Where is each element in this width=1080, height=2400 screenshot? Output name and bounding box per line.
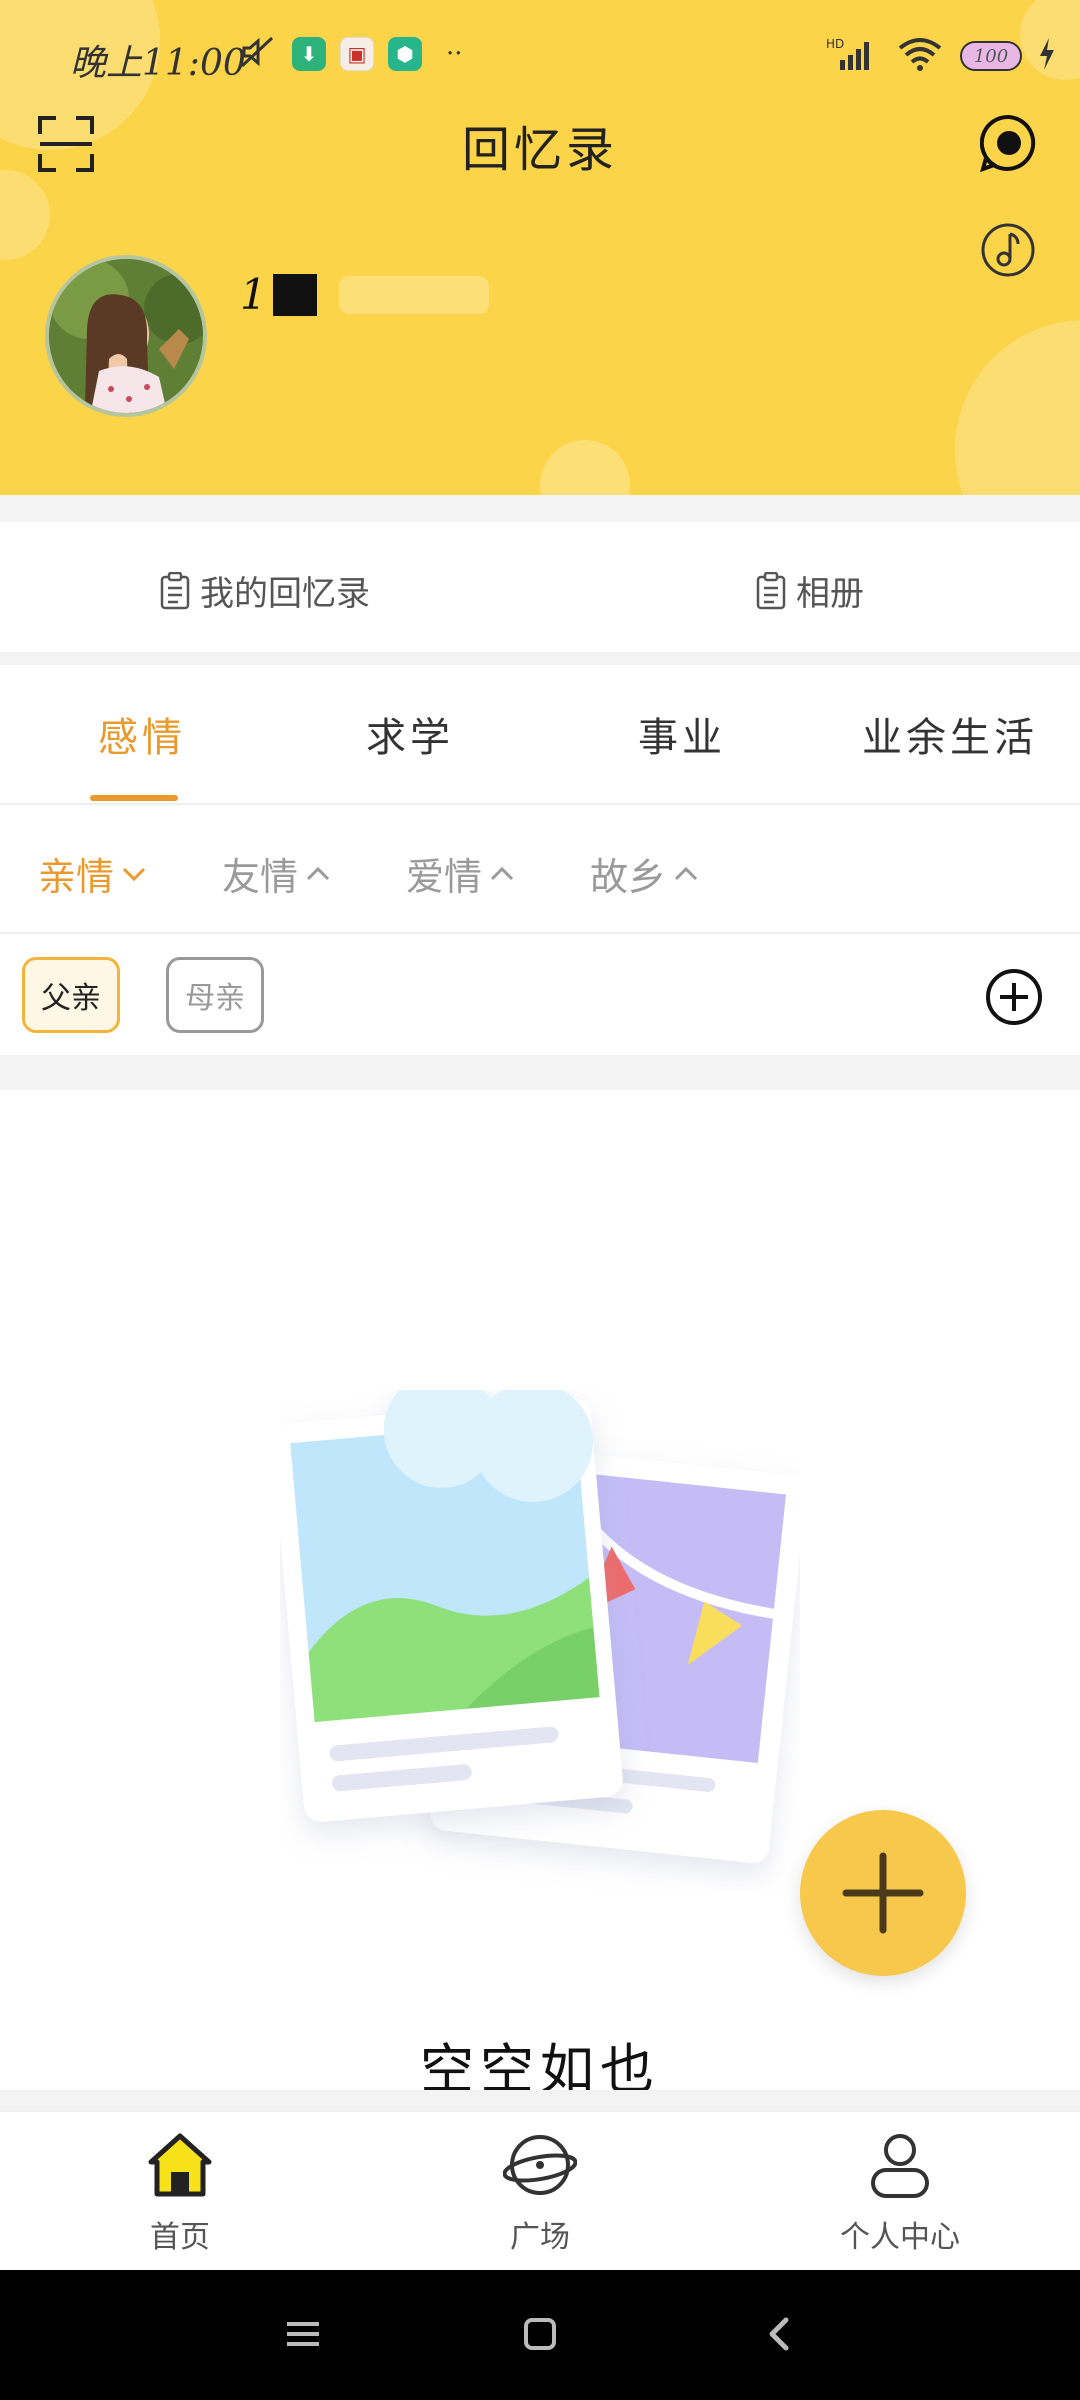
- memoir-links: 我的回忆录 相册: [0, 522, 1080, 652]
- subtab-friendship[interactable]: 友情: [222, 846, 332, 901]
- signal-icon: HD: [826, 36, 880, 76]
- home-square-icon[interactable]: [520, 2314, 560, 2354]
- planet-icon: [503, 2135, 577, 2195]
- nav-profile-label: 个人中心: [840, 2220, 960, 2255]
- chip-mother[interactable]: 母亲: [166, 957, 264, 1033]
- redacted-blur: [338, 275, 489, 314]
- active-tab-indicator: [90, 795, 178, 801]
- person-icon: [871, 2134, 929, 2198]
- add-circle-icon: [986, 969, 1042, 1025]
- music-note-icon[interactable]: [980, 222, 1036, 278]
- empty-photos-illustration: [272, 1371, 807, 1890]
- decor-bubble: [0, 170, 50, 260]
- home-icon: [148, 2133, 212, 2197]
- person-chips: 父亲 母亲: [0, 935, 1080, 1055]
- my-memoirs-link[interactable]: 我的回忆录: [160, 566, 370, 615]
- calendar-app-icon: ▣: [340, 37, 374, 71]
- wifi-icon: [896, 36, 944, 76]
- page-title: 回忆录: [461, 122, 618, 178]
- redacted-block: [272, 273, 317, 316]
- profile-header: 晚上11:00 ⬇ ▣ ⬢ ·· HD 100 回忆录 1: [0, 0, 1080, 495]
- more-notifications: ··: [446, 39, 463, 69]
- album-link[interactable]: 相册: [756, 566, 864, 615]
- download-app-icon: ⬇: [292, 37, 326, 71]
- nav-profile[interactable]: 个人中心: [800, 2128, 1000, 2256]
- tab-study[interactable]: 求学: [366, 705, 454, 763]
- category-tabs: 感情 求学 事业 业余生活: [0, 665, 1080, 805]
- system-navigation-bar: [0, 2270, 1080, 2400]
- decor-bubble: [540, 440, 630, 495]
- nav-home-label: 首页: [150, 2220, 210, 2255]
- bottom-navigation: 首页 广场 个人中心: [0, 2110, 1080, 2270]
- subtab-label: 友情: [222, 855, 299, 899]
- subtab-family[interactable]: 亲情: [38, 846, 148, 901]
- section-divider: [0, 652, 1080, 665]
- chevron-down-icon: [122, 867, 146, 881]
- status-bar: 晚上11:00 ⬇ ▣ ⬢ ·· HD 100: [0, 0, 1080, 115]
- add-person-button[interactable]: [985, 968, 1043, 1026]
- tab-emotion[interactable]: 感情: [98, 705, 186, 763]
- nav-square-label: 广场: [510, 2220, 570, 2255]
- menu-icon[interactable]: [283, 2314, 323, 2354]
- record-icon[interactable]: [979, 114, 1038, 173]
- decor-bubble: [955, 320, 1080, 495]
- section-divider: [0, 1055, 1080, 1090]
- chevron-up-icon: [490, 866, 514, 880]
- chip-father[interactable]: 父亲: [22, 957, 120, 1033]
- clipboard-icon: [756, 571, 786, 609]
- battery-indicator: 100: [960, 41, 1022, 71]
- subtab-label: 亲情: [38, 855, 115, 899]
- status-time: 晚上11:00: [70, 43, 246, 84]
- chevron-up-icon: [306, 866, 330, 880]
- status-system-icons: HD 100: [826, 36, 1056, 76]
- shield-app-icon: ⬢: [388, 37, 422, 71]
- svg-text:HD: HD: [826, 37, 844, 51]
- section-divider: [0, 2090, 1080, 2110]
- tab-leisure[interactable]: 业余生活: [862, 705, 1038, 763]
- my-memoirs-label: 我的回忆录: [200, 574, 370, 614]
- nav-square[interactable]: 广场: [440, 2128, 640, 2256]
- subtab-label: 故乡: [590, 855, 667, 899]
- avatar[interactable]: [45, 255, 207, 417]
- username: 1: [240, 270, 489, 319]
- album-label: 相册: [796, 574, 864, 614]
- subtab-label: 爱情: [406, 855, 483, 899]
- subtab-hometown[interactable]: 故乡: [590, 846, 700, 901]
- status-notification-icons: ⬇ ▣ ⬢ ··: [238, 34, 463, 74]
- clipboard-icon: [160, 571, 190, 609]
- tab-career[interactable]: 事业: [638, 705, 726, 763]
- nav-home[interactable]: 首页: [80, 2128, 280, 2256]
- back-icon[interactable]: [760, 2314, 800, 2354]
- subcategory-tabs: 亲情 友情 爱情 故乡: [0, 806, 1080, 934]
- mute-icon: [238, 34, 278, 74]
- chevron-up-icon: [674, 866, 698, 880]
- charging-icon: [1038, 38, 1056, 74]
- username-text: 1: [240, 270, 267, 319]
- section-divider: [0, 495, 1080, 522]
- plus-icon: [842, 1852, 924, 1934]
- subtab-love[interactable]: 爱情: [406, 846, 516, 901]
- add-memoir-fab[interactable]: [800, 1810, 966, 1976]
